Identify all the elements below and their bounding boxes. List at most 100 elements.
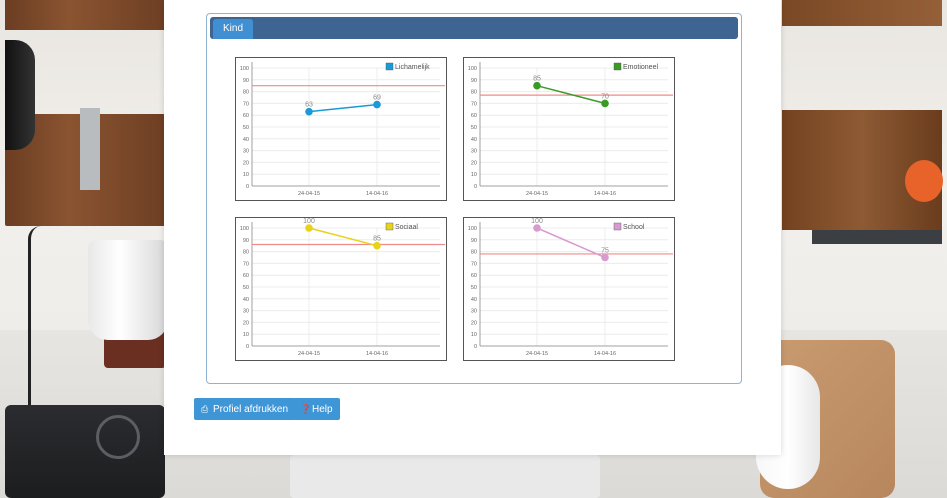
y-tick-label: 50 — [243, 285, 249, 291]
y-tick-label: 90 — [471, 78, 477, 84]
help-button[interactable]: ❓Help — [293, 398, 340, 420]
shelf-right-top — [782, 0, 942, 26]
chart-legend: Emotioneel — [613, 62, 658, 71]
tablet-ring — [96, 415, 140, 459]
x-tick-label: 24-04-15 — [298, 191, 320, 197]
chart-legend: Lichamelijk — [385, 62, 430, 71]
y-tick-label: 50 — [471, 285, 477, 291]
y-tick-label: 80 — [243, 90, 249, 96]
shelf-left-top — [5, 0, 165, 30]
data-label: 69 — [373, 95, 381, 102]
y-tick-label: 80 — [471, 90, 477, 96]
toy-orange — [905, 160, 943, 202]
x-tick-label: 14-04-16 — [366, 191, 388, 197]
y-tick-label: 10 — [243, 172, 249, 178]
data-label: 100 — [303, 218, 315, 225]
ruler-shape — [80, 108, 100, 190]
legend-swatch — [385, 222, 394, 231]
kind-panel: Kind 0 10 20 30 40 50 60 70 80 90 100 24-04-15 14-04… — [206, 13, 742, 384]
data-point — [305, 224, 313, 232]
y-tick-label: 100 — [240, 66, 249, 72]
y-tick-label: 20 — [243, 320, 249, 326]
y-tick-label: 90 — [243, 238, 249, 244]
drawing-tablet — [5, 405, 165, 498]
y-tick-label: 20 — [471, 320, 477, 326]
y-tick-label: 100 — [468, 226, 477, 232]
y-tick-label: 50 — [471, 125, 477, 131]
y-tick-label: 30 — [471, 309, 477, 315]
series-line — [308, 103, 378, 113]
chart-svg: 0 10 20 30 40 50 60 70 80 90 100 24-04-15 14-04-16 63… — [240, 62, 445, 197]
chart-sociaal: 0 10 20 30 40 50 60 70 80 90 100 24-04-15 14-04-16 10… — [235, 217, 447, 361]
data-point — [373, 241, 381, 250]
x-tick-label: 14-04-16 — [366, 351, 388, 357]
tab-kind[interactable]: Kind — [213, 19, 254, 39]
data-point — [601, 99, 609, 108]
data-point — [601, 253, 609, 262]
data-label: 63 — [305, 102, 313, 109]
y-tick-label: 60 — [243, 273, 249, 279]
y-tick-label: 90 — [471, 238, 477, 244]
y-tick-label: 20 — [243, 160, 249, 166]
legend-label: Emotioneel — [623, 64, 658, 71]
printer-icon: ⎙ — [201, 404, 209, 414]
legend-label: Sociaal — [395, 224, 418, 231]
y-tick-label: 50 — [243, 125, 249, 131]
data-point — [305, 107, 313, 116]
legend-swatch — [613, 222, 622, 231]
y-tick-label: 70 — [243, 261, 249, 267]
y-tick-label: 60 — [243, 113, 249, 119]
chart-svg: 0 10 20 30 40 50 60 70 80 90 100 24-04-15 14-04-16 10… — [468, 218, 673, 357]
x-tick-label: 24-04-15 — [526, 191, 548, 197]
y-tick-label: 90 — [243, 78, 249, 84]
chart-emotioneel: 0 10 20 30 40 50 60 70 80 90 100 24-04-15 14-04-16 85… — [463, 57, 675, 201]
profile-card: Kind 0 10 20 30 40 50 60 70 80 90 100 24-04-15 14-04… — [164, 0, 781, 455]
chart-svg: 0 10 20 30 40 50 60 70 80 90 100 24-04-15 14-04-16 85… — [468, 62, 673, 197]
y-tick-label: 80 — [471, 250, 477, 256]
y-tick-label: 60 — [471, 273, 477, 279]
data-point — [373, 100, 381, 109]
y-tick-label: 70 — [243, 101, 249, 107]
y-tick-label: 70 — [471, 261, 477, 267]
legend-swatch — [385, 62, 394, 71]
lamp-shape — [5, 40, 35, 150]
data-point — [533, 224, 541, 232]
y-tick-label: 40 — [243, 297, 249, 303]
mug-shape — [88, 240, 168, 340]
data-label: 85 — [373, 236, 381, 243]
data-label: 70 — [601, 93, 609, 100]
y-tick-label: 10 — [471, 172, 477, 178]
data-label: 75 — [601, 248, 609, 255]
data-label: 85 — [533, 76, 541, 83]
y-tick-label: 70 — [471, 101, 477, 107]
y-tick-label: 10 — [243, 332, 249, 338]
y-tick-label: 0 — [474, 184, 477, 190]
y-tick-label: 20 — [471, 160, 477, 166]
x-tick-label: 14-04-16 — [594, 351, 616, 357]
y-tick-label: 0 — [246, 184, 249, 190]
chart-school: 0 10 20 30 40 50 60 70 80 90 100 24-04-15 14-04-16 10… — [463, 217, 675, 361]
series-line — [308, 227, 378, 247]
y-tick-label: 0 — [246, 344, 249, 350]
y-tick-label: 0 — [474, 344, 477, 350]
y-tick-label: 40 — [471, 137, 477, 143]
legend-label: Lichamelijk — [395, 64, 430, 71]
y-tick-label: 30 — [243, 149, 249, 155]
chart-legend: Sociaal — [385, 222, 418, 231]
help-button-label: Help — [312, 404, 333, 415]
y-tick-label: 100 — [240, 226, 249, 232]
print-button-label: Profiel afdrukken — [213, 404, 289, 415]
print-profile-button[interactable]: ⎙ Profiel afdrukken — [194, 398, 296, 420]
y-tick-label: 30 — [243, 309, 249, 315]
chart-legend: School — [613, 222, 645, 231]
legend-swatch — [613, 62, 622, 71]
legend-label: School — [623, 224, 645, 231]
y-tick-label: 80 — [243, 250, 249, 256]
chart-lichamelijk: 0 10 20 30 40 50 60 70 80 90 100 24-04-15 14-04-16 63… — [235, 57, 447, 201]
series-line — [536, 227, 606, 259]
question-circle-icon: ❓ — [300, 404, 312, 414]
keyboard-shape — [290, 455, 600, 498]
x-tick-label: 14-04-16 — [594, 191, 616, 197]
y-tick-label: 30 — [471, 149, 477, 155]
x-tick-label: 24-04-15 — [526, 351, 548, 357]
